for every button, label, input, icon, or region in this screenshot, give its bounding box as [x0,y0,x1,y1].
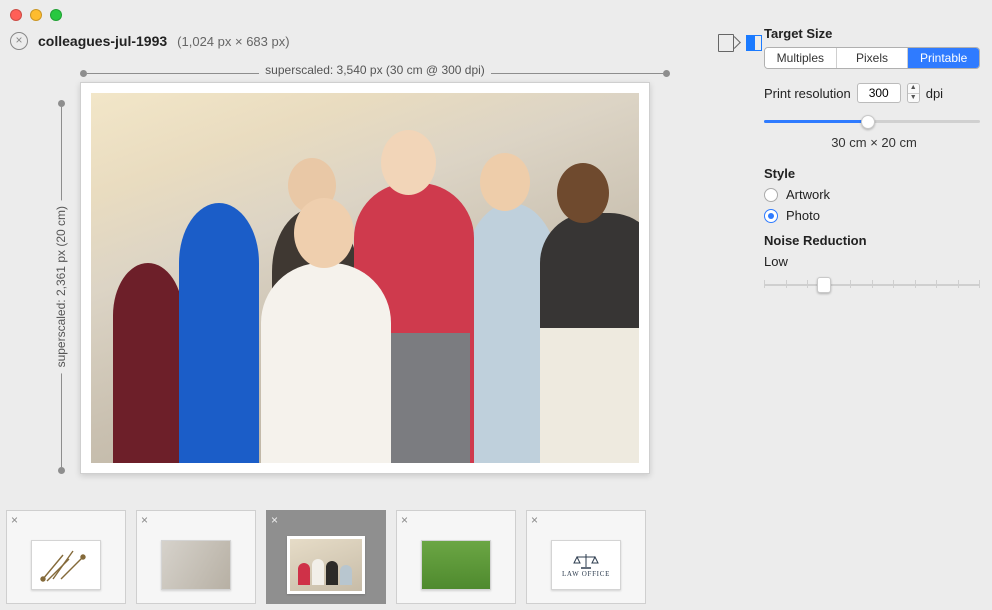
document-header: colleagues-jul-1993 (1,024 px × 683 px) [10,32,290,50]
print-resolution-unit: dpi [926,86,943,101]
document-filename: colleagues-jul-1993 [38,33,167,49]
preview-canvas[interactable] [80,82,650,474]
thumbnail-caption: LAW OFFICE [562,570,610,578]
ruler-vertical-label: superscaled: 2,361 px (20 cm) [54,200,68,373]
size-slider[interactable] [764,113,980,129]
thumbnail-image [421,540,491,590]
size-slider-caption: 30 cm × 20 cm [764,135,984,150]
thumbnail-image: LAW OFFICE [551,540,621,590]
close-icon[interactable]: × [531,513,538,527]
thumbnail-image [31,540,101,590]
thumbnail-strip: × × × × × LAW OFFICE [6,510,986,604]
ruler-vertical: superscaled: 2,361 px (20 cm) [52,100,70,474]
close-icon[interactable]: × [141,513,148,527]
thumbnail-item[interactable]: × [6,510,126,604]
close-icon[interactable]: × [11,513,18,527]
minimize-window-button[interactable] [30,9,42,21]
style-photo-label: Photo [786,208,820,223]
document-dimensions: (1,024 px × 683 px) [177,34,289,49]
radio-icon [764,209,778,223]
close-document-button[interactable] [10,32,28,50]
close-icon[interactable]: × [271,513,278,527]
print-resolution-label: Print resolution [764,86,851,101]
settings-panel: Target Size Multiples Pixels Printable P… [764,26,984,295]
preview-stage: superscaled: 3,540 px (30 cm @ 300 dpi) … [80,64,670,474]
close-window-button[interactable] [10,9,22,21]
thumbnail-image [161,540,231,590]
noise-slider[interactable] [764,275,980,295]
style-artwork-row[interactable]: Artwork [764,187,984,202]
thumbnail-item[interactable]: × [136,510,256,604]
close-icon[interactable]: × [401,513,408,527]
thumbnail-item[interactable]: × [266,510,386,604]
noise-reduction-heading: Noise Reduction [764,233,984,248]
export-icon[interactable] [718,34,734,52]
style-artwork-label: Artwork [786,187,830,202]
tab-printable[interactable]: Printable [908,48,979,68]
thumbnail-image [287,536,365,594]
size-mode-segmented: Multiples Pixels Printable [764,47,980,69]
radio-icon [764,188,778,202]
thumbnail-item[interactable]: × LAW OFFICE [526,510,646,604]
preview-image [91,93,639,463]
print-resolution-input[interactable] [857,83,901,103]
tab-pixels[interactable]: Pixels [837,48,909,68]
zoom-window-button[interactable] [50,9,62,21]
compare-icon[interactable] [746,35,762,51]
thumbnail-item[interactable]: × [396,510,516,604]
tab-multiples[interactable]: Multiples [765,48,837,68]
style-heading: Style [764,166,984,181]
ruler-horizontal: superscaled: 3,540 px (30 cm @ 300 dpi) [80,64,670,82]
print-resolution-stepper[interactable]: ▲▼ [907,83,920,103]
window-traffic-lights [10,9,62,21]
target-size-heading: Target Size [764,26,984,41]
style-photo-row[interactable]: Photo [764,208,984,223]
ruler-horizontal-label: superscaled: 3,540 px (30 cm @ 300 dpi) [259,63,491,77]
noise-level-label: Low [764,254,984,269]
